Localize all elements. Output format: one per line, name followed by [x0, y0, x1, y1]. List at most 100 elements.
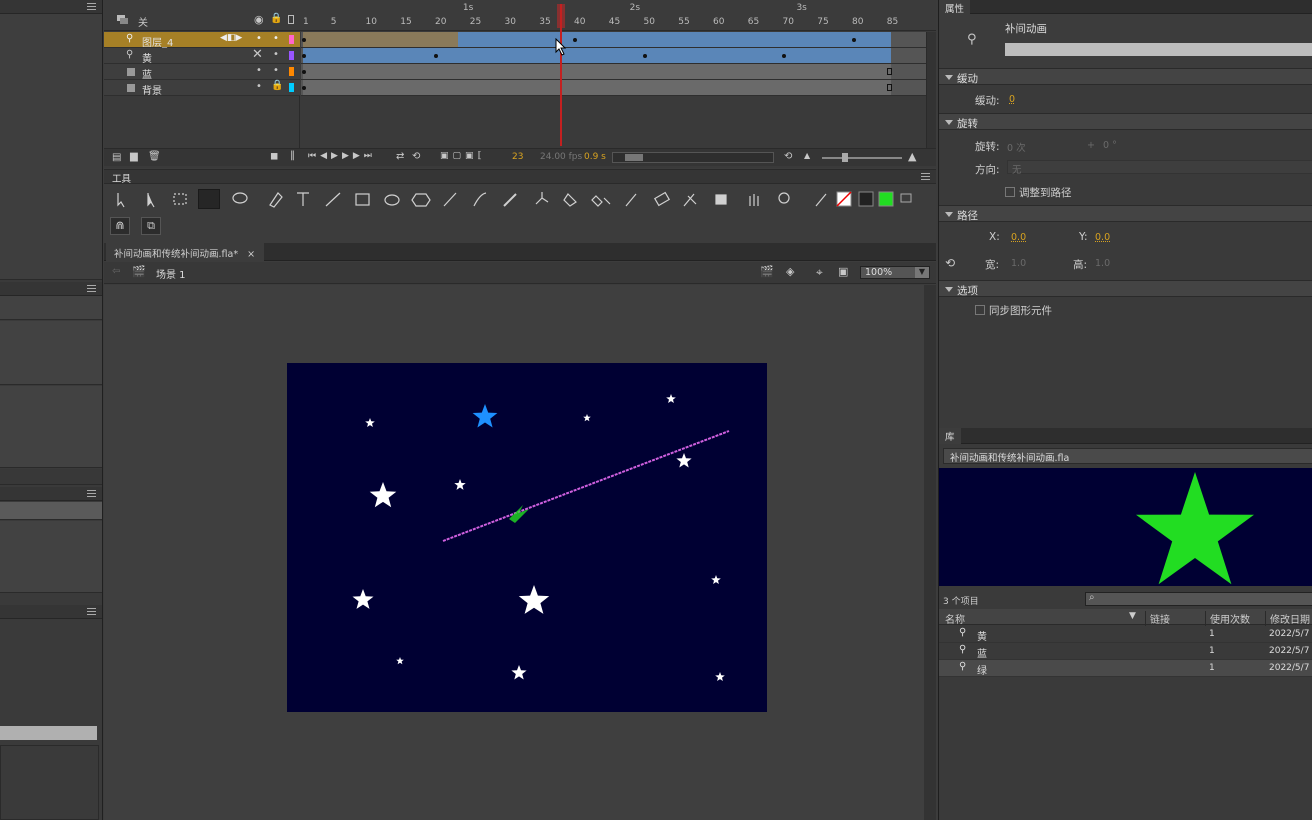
scroll-thumb[interactable]	[625, 154, 643, 161]
eye-icon[interactable]: ◉	[254, 13, 264, 26]
visible-dot[interactable]: •	[256, 33, 262, 44]
delete-layer-icon[interactable]: 🗑	[148, 151, 161, 162]
playhead[interactable]	[560, 4, 562, 146]
keyframe[interactable]	[782, 54, 786, 58]
options-section[interactable]: 选项	[939, 280, 1312, 297]
lock-dot[interactable]: •	[273, 49, 279, 60]
elapsed-time[interactable]: 0.9 s	[584, 152, 606, 162]
sync-graphic-checkbox[interactable]	[975, 305, 985, 315]
edit-symbol-icon[interactable]: ◈	[786, 265, 794, 278]
keyframe[interactable]	[852, 38, 856, 42]
x-value[interactable]: 0.0	[1011, 232, 1026, 243]
3d-rotate-tool[interactable]	[198, 189, 220, 209]
rotate-degrees[interactable]: 0 °	[1103, 140, 1117, 151]
timeline-vscroll[interactable]	[926, 32, 936, 148]
visible-dot[interactable]: •	[256, 81, 262, 92]
library-item-selected[interactable]: ⚲ 绿 1 2022/5/7	[939, 660, 1312, 677]
library-tab[interactable]: 库	[939, 428, 961, 444]
close-tab-icon[interactable]: ×	[247, 249, 255, 260]
center-stage-icon[interactable]: ⌖	[816, 265, 823, 280]
height-value[interactable]: 1.0	[1095, 258, 1110, 269]
clip-stage-icon[interactable]: ▣	[838, 265, 848, 278]
direction-select[interactable]: 无	[1007, 160, 1312, 176]
layer-color-swatch[interactable]	[289, 83, 294, 92]
layer-color-swatch[interactable]	[289, 35, 294, 44]
timeline-hscroll[interactable]	[612, 152, 774, 163]
frames-row-blue[interactable]	[301, 64, 936, 80]
frame-marker-icon[interactable]: ‖	[290, 150, 295, 161]
keyframe[interactable]	[302, 54, 306, 58]
tween-span-selected[interactable]	[303, 32, 458, 47]
col-use-count[interactable]: 使用次数	[1205, 611, 1250, 626]
visible-dot[interactable]: •	[256, 65, 262, 76]
edit-scene-icon[interactable]: 🎬	[760, 265, 774, 278]
left-panel-selected-row[interactable]	[0, 502, 102, 520]
keyframe[interactable]	[302, 70, 306, 74]
onion-skin-icon[interactable]: ⟲	[412, 151, 420, 162]
frame-span[interactable]	[303, 80, 891, 95]
keyframe[interactable]	[434, 54, 438, 58]
library-file-select[interactable]: 补间动画和传统补间动画.fla	[943, 448, 1312, 464]
panel-menu-icon[interactable]	[87, 608, 96, 615]
width-value[interactable]: 1.0	[1011, 258, 1026, 269]
rotate-section[interactable]: 旋转	[939, 113, 1312, 130]
panel-menu-icon[interactable]	[921, 173, 930, 180]
end-frame[interactable]	[887, 68, 892, 75]
lock-icon[interactable]: 🔒	[271, 80, 283, 91]
stage-vscroll[interactable]	[924, 285, 936, 820]
zoom-in-icon[interactable]: ▲	[908, 150, 916, 163]
lock-dot[interactable]: •	[273, 65, 279, 76]
layer-row-yellow[interactable]: ⚲ 黄 ✕ •	[104, 47, 300, 65]
path-section[interactable]: 路径	[939, 205, 1312, 222]
library-item[interactable]: ⚲ 黄 1 2022/5/7	[939, 626, 1312, 643]
layer-row-background[interactable]: 背景 • 🔒	[104, 80, 300, 97]
current-frame[interactable]: 23	[512, 152, 523, 162]
instance-name-field[interactable]	[1005, 43, 1312, 56]
layer-color-swatch[interactable]	[289, 51, 294, 60]
orient-to-path-checkbox[interactable]	[1005, 187, 1015, 197]
lock-icon[interactable]: 🔒	[270, 13, 282, 24]
layer-row-blue[interactable]: 蓝 • •	[104, 64, 300, 81]
keyframe[interactable]	[573, 38, 577, 42]
document-tab[interactable]: 补间动画和传统补间动画.fla* ×	[106, 243, 264, 261]
sort-icon[interactable]: ▼	[1129, 611, 1136, 621]
lock-dot[interactable]: •	[273, 33, 279, 44]
frames-row-yellow[interactable]	[301, 48, 936, 64]
loop-icon[interactable]: ⇄	[396, 151, 404, 162]
new-layer-icon[interactable]: ▤	[112, 152, 121, 163]
panel-menu-icon[interactable]	[87, 490, 96, 497]
object-drawing-icon[interactable]: ⧉	[141, 217, 161, 235]
fps[interactable]: 24.00 fps	[540, 152, 582, 162]
frames-row-background[interactable]	[301, 80, 936, 96]
y-value[interactable]: 0.0	[1095, 232, 1110, 243]
camera-icon[interactable]: ◼	[270, 151, 278, 162]
outline-icon[interactable]	[288, 15, 294, 24]
frames-row-4[interactable]	[301, 32, 936, 48]
properties-tab[interactable]: 属性	[939, 0, 971, 15]
zoom-slider-thumb[interactable]	[842, 153, 848, 162]
panel-menu-icon[interactable]	[87, 3, 96, 10]
layer-color-swatch[interactable]	[289, 67, 294, 76]
chevron-down-icon[interactable]: ▼	[915, 267, 929, 278]
frame-span[interactable]	[303, 64, 891, 79]
left-text-area[interactable]	[0, 745, 99, 820]
library-search[interactable]: ⌕	[1085, 592, 1312, 606]
keyframe[interactable]	[302, 38, 306, 42]
keyframe[interactable]	[643, 54, 647, 58]
snap-magnet-icon[interactable]: ⋒	[110, 217, 130, 235]
zoom-out-icon[interactable]: ▲	[804, 151, 810, 160]
zoom-select[interactable]: 100% ▼	[860, 266, 930, 279]
col-date[interactable]: 修改日期	[1265, 611, 1310, 626]
keyframe[interactable]	[302, 86, 306, 90]
col-name[interactable]: 名称	[945, 611, 965, 626]
center-frame-icon[interactable]: ⟲	[784, 151, 792, 162]
zoom-slider[interactable]	[822, 153, 902, 162]
left-input-field[interactable]	[0, 726, 97, 740]
frame-ruler[interactable]: 1 5 10 15 20 25 30 35 40 45 50 55 60 65 70 75 80 85 1s 2s 3s	[301, 0, 936, 31]
layer-row-4[interactable]: ⚲ 图层_4 ◀◧▶ • •	[104, 32, 300, 49]
ease-section[interactable]: 缓动	[939, 68, 1312, 85]
panel-menu-icon[interactable]	[87, 285, 96, 292]
stage-pasteboard[interactable]	[104, 285, 924, 820]
back-arrow-icon[interactable]: ⇦	[112, 266, 120, 277]
ease-value[interactable]: 0	[1009, 94, 1015, 105]
